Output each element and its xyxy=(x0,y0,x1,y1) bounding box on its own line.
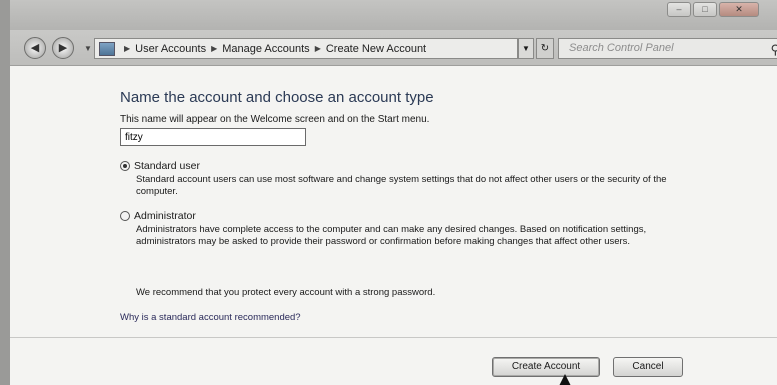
chevron-right-icon[interactable]: ▶ xyxy=(211,44,217,53)
page-title: Name the account and choose an account t… xyxy=(120,89,434,106)
breadcrumb-user-accounts[interactable]: User Accounts xyxy=(135,43,206,55)
administrator-option[interactable]: Administrator xyxy=(120,210,196,222)
standard-user-radio[interactable] xyxy=(120,161,130,171)
mouse-pointer-icon xyxy=(559,374,571,385)
address-dropdown-button[interactable]: ▼ xyxy=(518,38,534,59)
maximize-button[interactable]: □ xyxy=(693,2,717,17)
recent-pages-icon[interactable]: ▼ xyxy=(84,44,92,53)
search-input[interactable]: Search Control Panel ⚲ xyxy=(558,38,777,59)
create-account-button[interactable]: Create Account xyxy=(492,357,600,377)
breadcrumb-manage-accounts[interactable]: Manage Accounts xyxy=(222,43,309,55)
control-panel-icon xyxy=(99,41,115,56)
close-button[interactable]: ✕ xyxy=(719,2,759,17)
standard-user-description: Standard account users can use most soft… xyxy=(136,174,667,197)
why-standard-account-link[interactable]: Why is a standard account recommended? xyxy=(120,312,301,323)
administrator-description: Administrators have complete access to t… xyxy=(136,224,647,247)
navigation-toolbar: ◀ ▶ ▼ ▶ User Accounts ▶ Manage Accounts … xyxy=(10,30,777,66)
breadcrumb-create-new-account[interactable]: Create New Account xyxy=(326,43,426,55)
account-name-field[interactable] xyxy=(120,128,306,146)
minimize-button[interactable]: – xyxy=(667,2,691,17)
standard-user-label[interactable]: Standard user xyxy=(134,160,200,172)
create-account-window: – □ ✕ ◀ ▶ ▼ ▶ User Accounts ▶ Manage Acc… xyxy=(0,0,777,385)
content-pane: Name the account and choose an account t… xyxy=(10,67,777,385)
chevron-right-icon[interactable]: ▶ xyxy=(315,44,321,53)
cancel-button[interactable]: Cancel xyxy=(613,357,683,377)
forward-arrow-icon[interactable]: ▶ xyxy=(52,37,74,59)
administrator-label[interactable]: Administrator xyxy=(134,210,196,222)
caption-buttons: – □ ✕ xyxy=(667,2,759,17)
standard-user-option[interactable]: Standard user xyxy=(120,160,200,172)
back-arrow-icon[interactable]: ◀ xyxy=(24,37,46,59)
search-placeholder: Search Control Panel xyxy=(569,42,674,54)
chevron-right-icon[interactable]: ▶ xyxy=(124,44,130,53)
refresh-icon[interactable]: ↻ xyxy=(536,38,554,59)
title-bar: – □ ✕ xyxy=(10,0,777,30)
footer-divider xyxy=(10,337,777,338)
address-bar[interactable]: ▶ User Accounts ▶ Manage Accounts ▶ Crea… xyxy=(94,38,518,59)
password-recommendation: We recommend that you protect every acco… xyxy=(136,287,436,298)
search-icon[interactable]: ⚲ xyxy=(770,40,777,59)
name-field-hint: This name will appear on the Welcome scr… xyxy=(120,114,430,125)
administrator-radio[interactable] xyxy=(120,211,130,221)
